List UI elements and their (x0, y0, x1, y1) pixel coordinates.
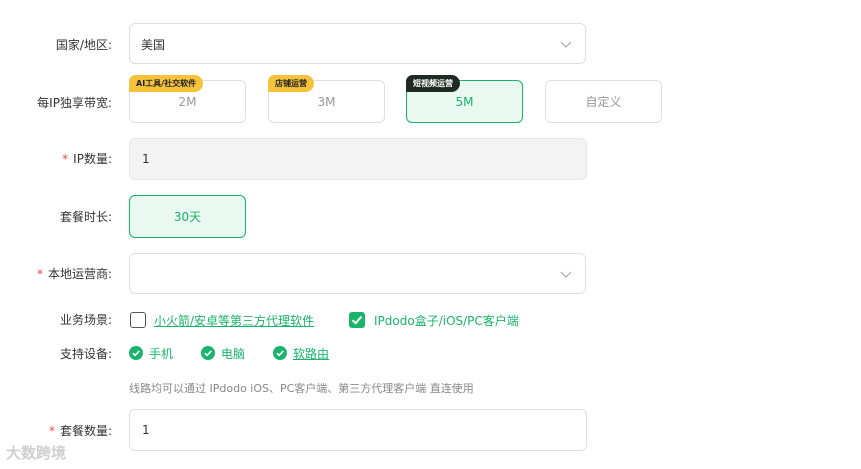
country-label: 国家/地区: (55, 38, 112, 52)
package-qty-label: * 套餐数量: (48, 424, 112, 438)
support-hint: 线路均可以通过 IPdodo iOS、PC客户端、第三方代理客户端 直连使用 (129, 382, 474, 395)
device-phone: 手机 (129, 346, 173, 362)
country-select[interactable]: 美国 (129, 23, 586, 64)
devices-label: 支持设备: (59, 347, 112, 361)
device-soft-router[interactable]: 软路由 (273, 346, 329, 362)
isp-select[interactable] (129, 253, 586, 294)
scene-label: 业务场景: (59, 313, 112, 327)
bandwidth-option-label: 自定义 (585, 95, 622, 109)
ip-count-label: * IP数量: (62, 152, 112, 166)
check-circle-icon (201, 346, 215, 360)
isp-label: * 本地运营商: (36, 267, 112, 281)
duration-label: 套餐时长: (59, 210, 112, 224)
scene-option-third-party[interactable]: 小火箭/安卓等第三方代理软件 (154, 312, 314, 329)
bandwidth-label: 每IP独享带宽: (37, 96, 112, 110)
duration-option-30d[interactable]: 30天 (129, 195, 246, 238)
bandwidth-option-2m[interactable]: AI工具/社交软件 2M (129, 75, 246, 123)
bandwidth-tag: 店铺运营 (268, 75, 314, 92)
scene-checkbox-third-party[interactable] (130, 312, 146, 328)
ip-count-input[interactable]: 1 (129, 138, 587, 180)
scene-checkbox-ipdodo[interactable] (349, 312, 365, 328)
bandwidth-option-label: 3M (317, 95, 336, 109)
bandwidth-option-3m[interactable]: 店铺运营 3M (268, 75, 385, 123)
chevron-down-icon (560, 41, 572, 48)
check-circle-icon (129, 346, 143, 360)
package-qty-input[interactable]: 1 (129, 409, 587, 451)
scene-option-ipdodo[interactable]: IPdodo盒子/iOS/PC客户端 (374, 312, 519, 329)
watermark: 大数跨境 (6, 444, 67, 462)
check-circle-icon (273, 346, 287, 360)
bandwidth-tag: 短视频运营 (406, 75, 460, 92)
bandwidth-tag: AI工具/社交软件 (129, 75, 204, 92)
bandwidth-option-5m[interactable]: 短视频运营 5M (406, 75, 523, 123)
checkmark-icon (351, 315, 363, 325)
chevron-down-icon (560, 271, 572, 278)
country-value: 美国 (141, 38, 166, 52)
bandwidth-option-custom[interactable]: 自定义 (545, 80, 662, 123)
bandwidth-option-label: 5M (455, 95, 474, 109)
bandwidth-option-label: 2M (178, 95, 197, 109)
device-pc: 电脑 (201, 346, 245, 362)
